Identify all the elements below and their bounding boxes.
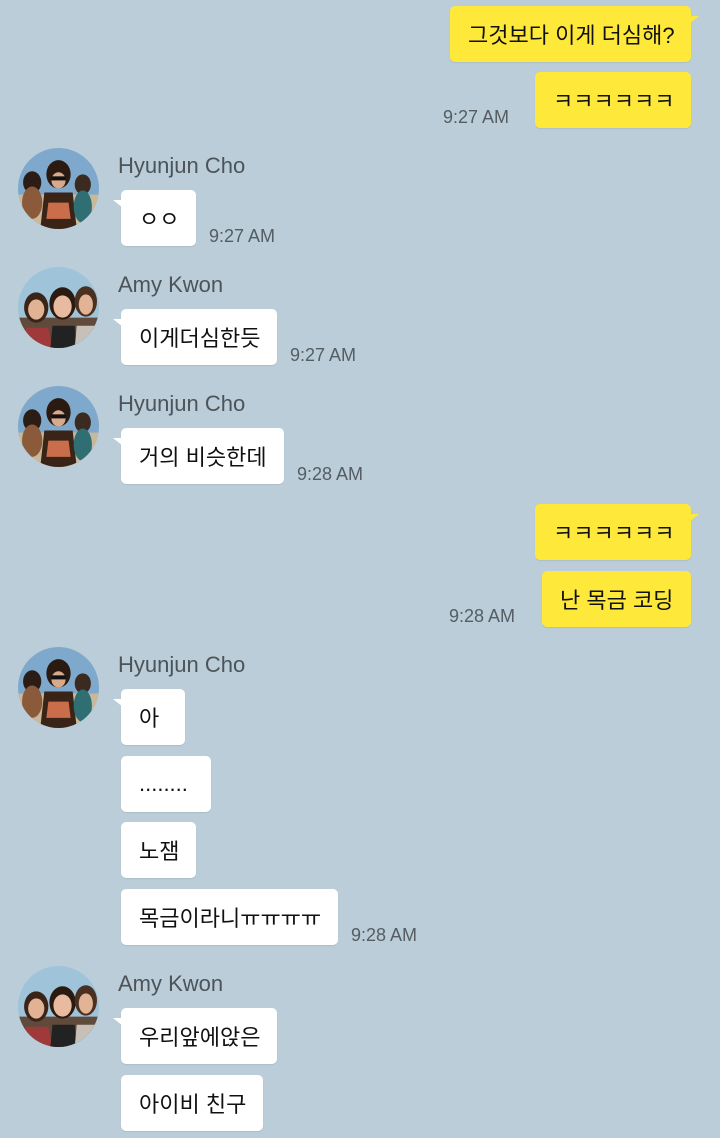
incoming-message[interactable]: 아이비 친구 xyxy=(121,1075,263,1131)
profile-photo-icon xyxy=(18,386,99,467)
message-timestamp: 9:27 AM xyxy=(209,226,276,246)
message-text: 노잼 xyxy=(139,839,180,864)
message-timestamp: 9:27 AM xyxy=(443,107,510,127)
amy-avatar[interactable] xyxy=(18,966,99,1047)
message-text: 그것보다 이게 더심해? xyxy=(468,23,675,48)
incoming-message[interactable]: 우리앞에앉은 xyxy=(113,1008,277,1064)
message-text: 난 목금 코딩 xyxy=(560,588,674,613)
message-text: 아 xyxy=(139,706,160,731)
sender-name: Hyunjun Cho xyxy=(118,652,246,677)
message-text: ㅋㅋㅋㅋㅋㅋ xyxy=(553,89,675,114)
incoming-message[interactable]: 목금이라니ㅠㅠㅠㅠ xyxy=(121,889,338,945)
message-text: ........ xyxy=(139,771,188,796)
sender-name: Amy Kwon xyxy=(118,971,224,996)
incoming-message[interactable]: 노잼 xyxy=(121,822,196,878)
message-timestamp: 9:28 AM xyxy=(297,464,364,484)
amy-avatar[interactable] xyxy=(18,267,99,348)
message-text: 목금이라니ㅠㅠㅠㅠ xyxy=(139,906,322,931)
outgoing-message[interactable]: ㅋㅋㅋㅋㅋㅋ xyxy=(535,72,691,128)
hyunjun-avatar[interactable] xyxy=(18,647,99,728)
message-text: 거의 비슷한데 xyxy=(139,445,267,470)
incoming-message[interactable]: 이게더심한듯 xyxy=(113,309,277,365)
outgoing-message[interactable]: 난 목금 코딩 xyxy=(542,571,691,627)
sender-name: Hyunjun Cho xyxy=(118,391,246,416)
incoming-message[interactable]: 거의 비슷한데 xyxy=(113,428,284,484)
message-text: 아이비 친구 xyxy=(139,1092,247,1117)
chat-message-list[interactable]: 그것보다 이게 더심해? 9:27 AM ㅋㅋㅋㅋㅋㅋ Hyunjun Cho … xyxy=(0,0,720,1138)
incoming-message[interactable]: 아 xyxy=(113,689,185,745)
message-timestamp: 9:28 AM xyxy=(351,925,418,945)
outgoing-message[interactable]: 그것보다 이게 더심해? xyxy=(450,6,699,62)
message-text: ㅇㅇ xyxy=(139,207,180,232)
message-text: 이게더심한듯 xyxy=(139,326,261,351)
message-text: 우리앞에앉은 xyxy=(139,1025,261,1050)
incoming-message[interactable]: ........ xyxy=(121,756,211,812)
profile-photo-icon xyxy=(18,267,99,348)
profile-photo-icon xyxy=(18,148,99,229)
sender-name: Amy Kwon xyxy=(118,272,224,297)
outgoing-message[interactable]: ㅋㅋㅋㅋㅋㅋ xyxy=(535,504,699,560)
hyunjun-avatar[interactable] xyxy=(18,148,99,229)
message-timestamp: 9:27 AM xyxy=(290,345,357,365)
profile-photo-icon xyxy=(18,966,99,1047)
hyunjun-avatar[interactable] xyxy=(18,386,99,467)
profile-photo-icon xyxy=(18,647,99,728)
incoming-message[interactable]: ㅇㅇ xyxy=(113,190,196,246)
message-timestamp: 9:28 AM xyxy=(449,606,516,626)
sender-name: Hyunjun Cho xyxy=(118,153,246,178)
message-text: ㅋㅋㅋㅋㅋㅋ xyxy=(553,521,675,546)
